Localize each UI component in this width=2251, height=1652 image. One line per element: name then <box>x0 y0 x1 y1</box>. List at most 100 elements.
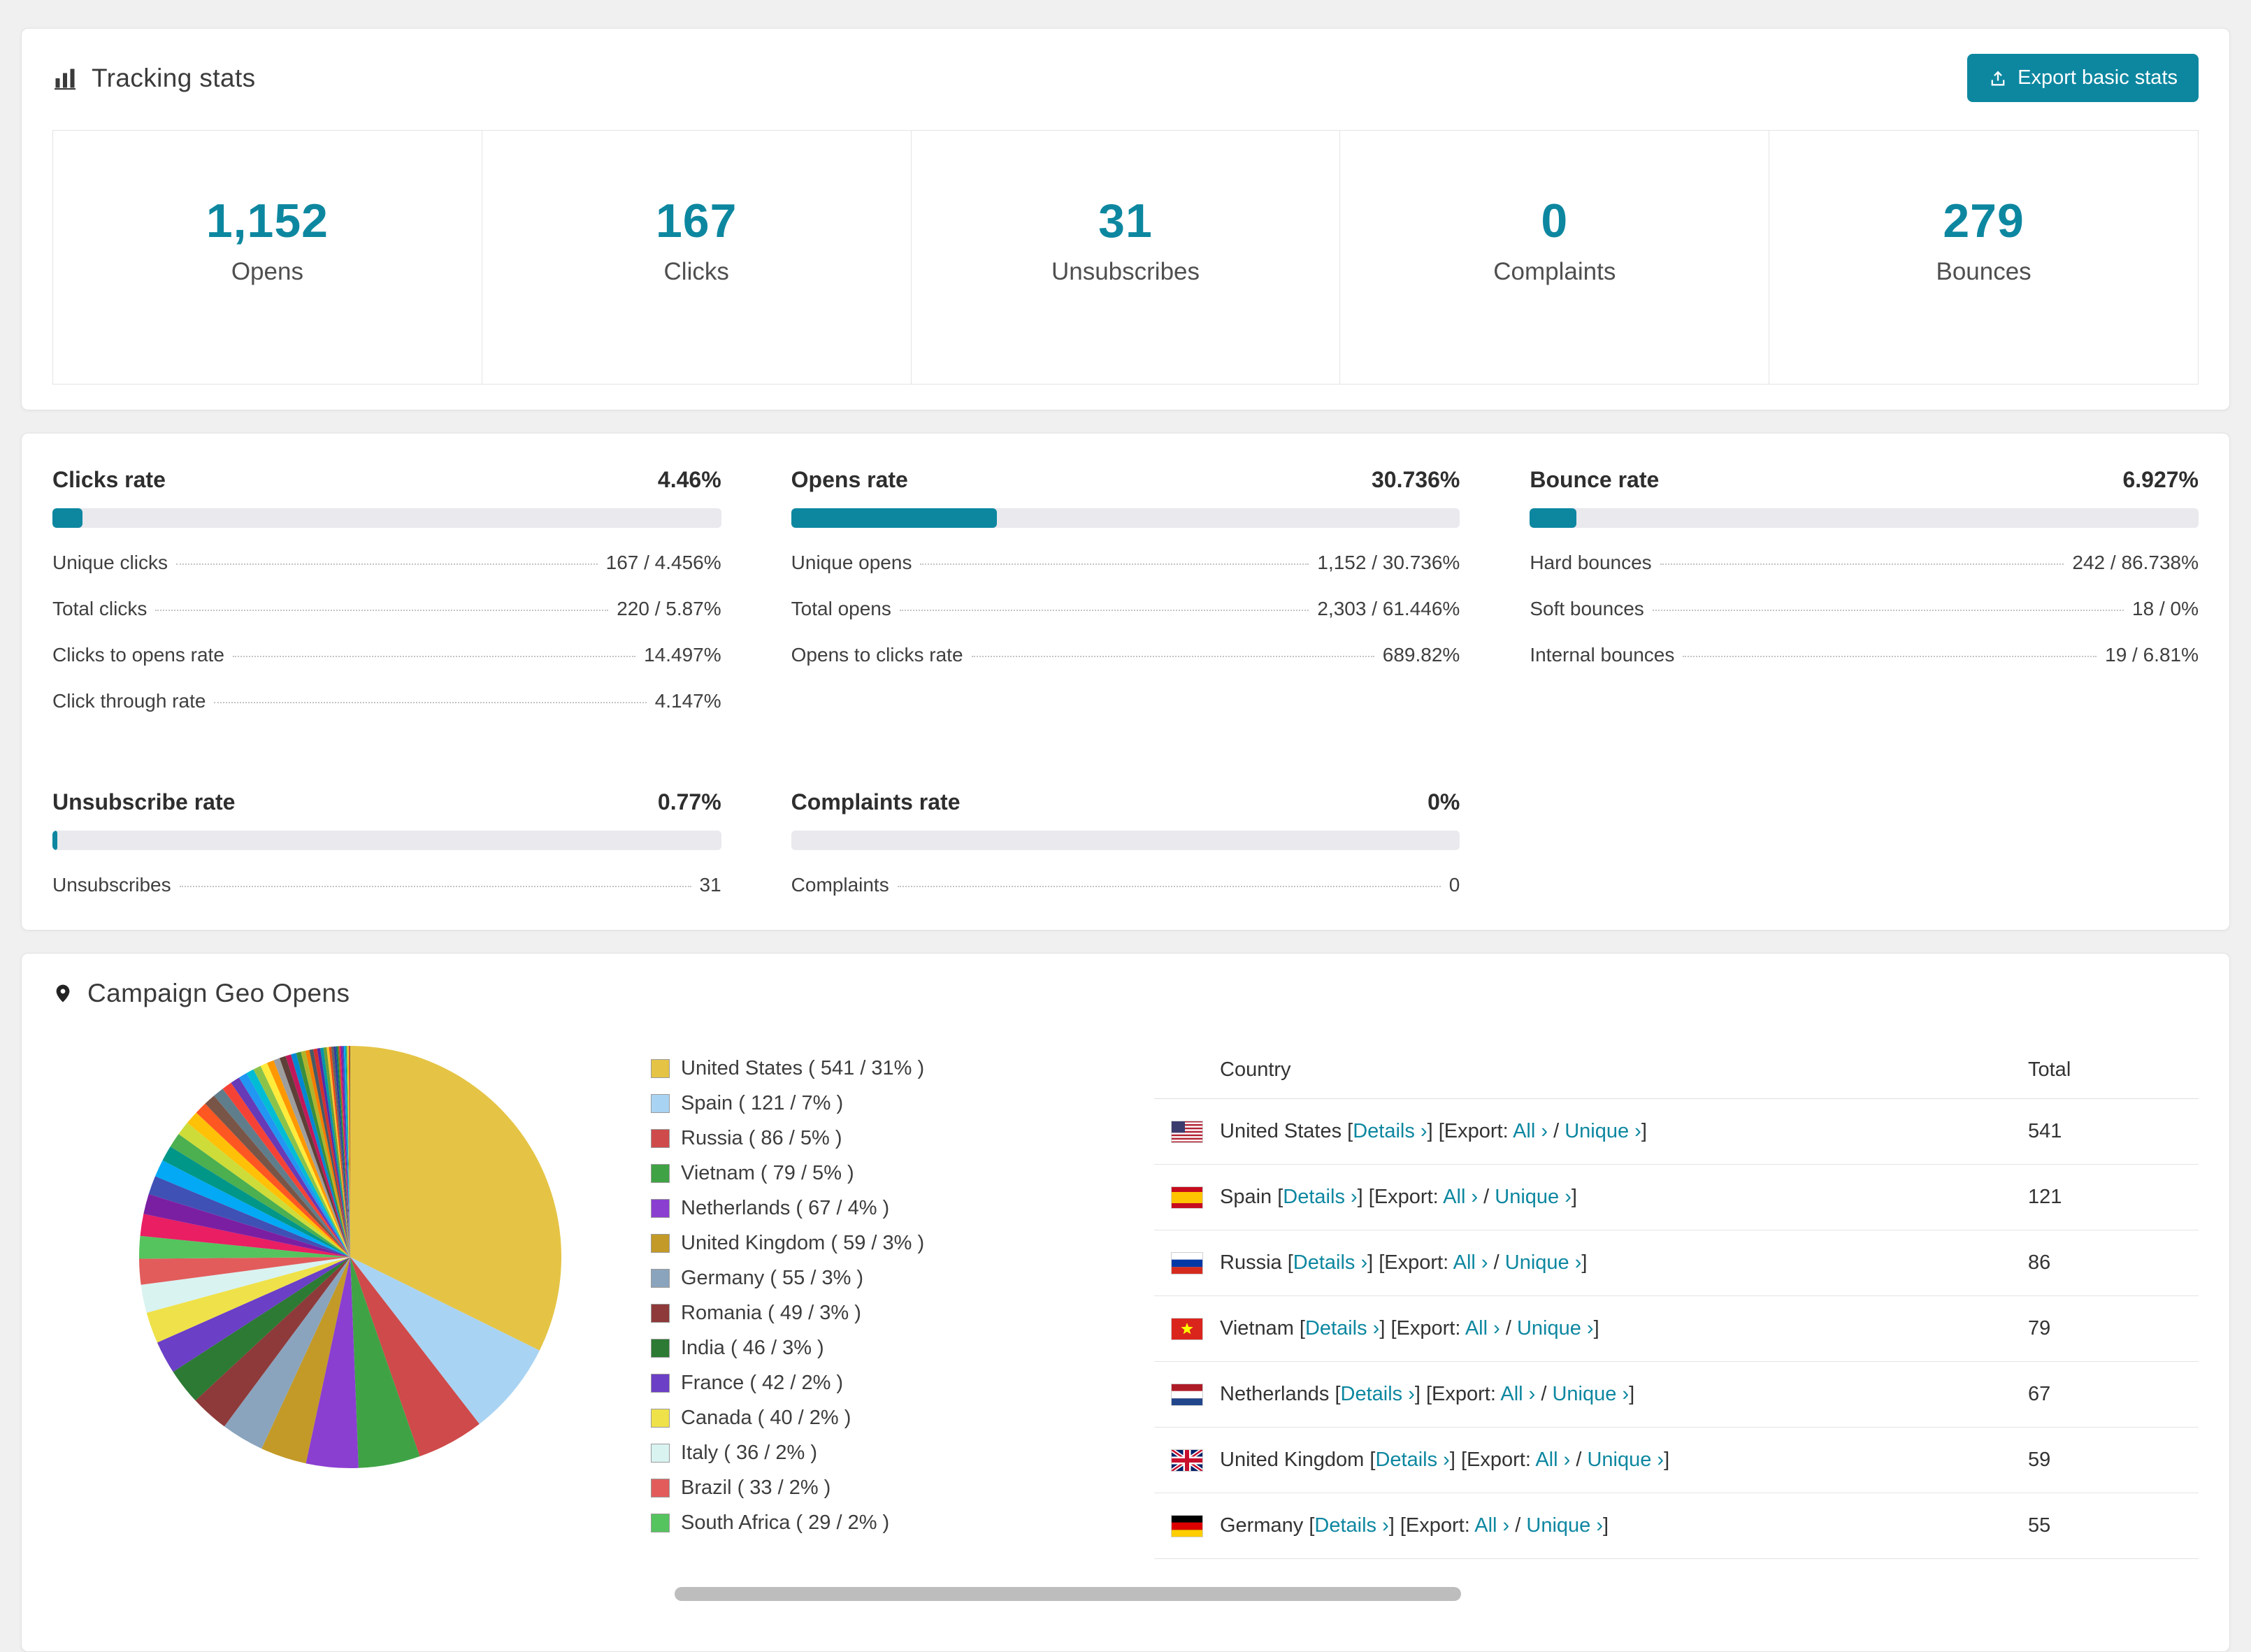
dashboard-page: Tracking stats Export basic stats 1,152 O… <box>0 0 2251 1652</box>
details-link[interactable]: Details › <box>1375 1449 1449 1471</box>
export-unique-link[interactable]: Unique › <box>1495 1186 1572 1208</box>
legend-item: United States ( 541 / 31% ) <box>651 1057 1042 1080</box>
details-link[interactable]: Details › <box>1314 1514 1388 1537</box>
legend-swatch <box>651 1094 670 1113</box>
progress-bar <box>791 831 1460 850</box>
legend-item: Romania ( 49 / 3% ) <box>651 1302 1042 1325</box>
dotted-leader <box>1660 563 2064 565</box>
export-unique-link[interactable]: Unique › <box>1517 1317 1594 1339</box>
metric-value: 220 / 5.87% <box>617 598 721 620</box>
flag-icon-nl <box>1171 1384 1203 1406</box>
metric-value: 14.497% <box>644 644 721 666</box>
metric-label: Unsubscribes <box>52 874 171 896</box>
rate-value: 6.927% <box>2122 467 2199 493</box>
country-name: Vietnam <box>1220 1317 1300 1339</box>
metric-value: 18 / 0% <box>2132 598 2199 620</box>
metric-label: Clicks to opens rate <box>52 644 224 666</box>
geo-table-row-russia: Russia [Details ›] [Export: All › / Uniq… <box>1154 1230 2199 1296</box>
legend-label: Italy ( 36 / 2% ) <box>681 1442 817 1465</box>
export-all-link[interactable]: All › <box>1453 1251 1488 1274</box>
legend-swatch <box>651 1269 670 1288</box>
details-link[interactable]: Details › <box>1353 1120 1427 1142</box>
stat-label: Complaints <box>1340 258 1769 286</box>
rate-value: 4.46% <box>658 467 721 493</box>
metric-row: Soft bounces18 / 0% <box>1530 598 2199 620</box>
legend-swatch <box>651 1514 670 1532</box>
metric-row: Complaints0 <box>791 874 1460 896</box>
export-all-link[interactable]: All › <box>1500 1383 1535 1405</box>
stat-box-clicks: 167Clicks <box>482 131 912 384</box>
legend-item: Brazil ( 33 / 2% ) <box>651 1477 1042 1500</box>
horizontal-scrollbar-thumb[interactable] <box>675 1587 1461 1601</box>
geo-body: United States ( 541 / 31% ) Spain ( 121 /… <box>52 1040 2199 1559</box>
legend-swatch <box>651 1339 670 1358</box>
details-link[interactable]: Details › <box>1341 1383 1415 1405</box>
country-name: Spain <box>1220 1186 1277 1208</box>
pie-legend: United States ( 541 / 31% ) Spain ( 121 /… <box>651 1057 1042 1559</box>
details-link[interactable]: Details › <box>1283 1186 1357 1208</box>
geo-table-row-united-kingdom: United Kingdom [Details ›] [Export: All … <box>1154 1428 2199 1493</box>
metric-value: 2,303 / 61.446% <box>1317 598 1460 620</box>
flag-icon-ru <box>1171 1252 1203 1274</box>
legend-label: Spain ( 121 / 7% ) <box>681 1092 843 1115</box>
export-all-link[interactable]: All › <box>1535 1449 1570 1471</box>
rate-value: 0% <box>1427 789 1460 815</box>
dotted-leader <box>155 610 608 611</box>
export-all-link[interactable]: All › <box>1443 1186 1478 1208</box>
geo-table-body: United States [Details ›] [Export: All ›… <box>1154 1099 2199 1559</box>
export-button-label: Export basic stats <box>2018 66 2178 89</box>
metric-row: Clicks to opens rate 14.497% <box>52 644 721 666</box>
flag-icon-de <box>1171 1515 1203 1537</box>
tracking-stats-title-text: Tracking stats <box>92 64 256 93</box>
progress-bar-fill <box>52 508 82 528</box>
stats-summary-row: 1,152Opens167Clicks31Unsubscribes0Compla… <box>52 130 2199 385</box>
export-unique-link[interactable]: Unique › <box>1587 1449 1664 1471</box>
progress-bar <box>52 508 721 528</box>
export-all-link[interactable]: All › <box>1465 1317 1500 1339</box>
metric-row: Unsubscribes31 <box>52 874 721 896</box>
bar-chart-icon <box>52 66 78 91</box>
legend-swatch <box>651 1304 670 1323</box>
flag-icon-vn <box>1171 1318 1203 1340</box>
legend-item: India ( 46 / 3% ) <box>651 1337 1042 1360</box>
stat-label: Opens <box>53 258 482 286</box>
export-all-link[interactable]: All › <box>1513 1120 1548 1142</box>
legend-item: Russia ( 86 / 5% ) <box>651 1127 1042 1150</box>
progress-bar-fill <box>791 508 997 528</box>
dotted-leader <box>972 656 1374 657</box>
export-prefix: Export: <box>1406 1514 1474 1537</box>
rate-title: Bounce rate <box>1530 467 1659 493</box>
legend-item: Germany ( 55 / 3% ) <box>651 1267 1042 1290</box>
export-unique-link[interactable]: Unique › <box>1526 1514 1603 1537</box>
stat-value: 1,152 <box>53 194 482 248</box>
export-unique-link[interactable]: Unique › <box>1552 1383 1629 1405</box>
geo-table: Country Total United States [Details ›] … <box>1154 1040 2199 1559</box>
dotted-leader <box>180 886 691 887</box>
dotted-leader <box>176 563 598 565</box>
country-cell: United States [Details ›] [Export: All ›… <box>1220 1120 2028 1143</box>
export-unique-link[interactable]: Unique › <box>1505 1251 1582 1274</box>
geo-table-row-netherlands: Netherlands [Details ›] [Export: All › /… <box>1154 1362 2199 1428</box>
export-all-link[interactable]: All › <box>1474 1514 1509 1537</box>
rate-value: 0.77% <box>658 789 721 815</box>
legend-label: Russia ( 86 / 5% ) <box>681 1127 842 1150</box>
flag-icon-gb <box>1171 1449 1203 1472</box>
details-link[interactable]: Details › <box>1305 1317 1379 1339</box>
export-basic-stats-button[interactable]: Export basic stats <box>1967 54 2199 102</box>
metric-value: 19 / 6.81% <box>2105 644 2199 666</box>
geo-pie-chart <box>134 1040 567 1559</box>
tracking-stats-card: Tracking stats Export basic stats 1,152 O… <box>21 28 2230 410</box>
details-link[interactable]: Details › <box>1293 1251 1367 1274</box>
country-name: Netherlands <box>1220 1383 1335 1405</box>
country-total: 86 <box>2028 1251 2182 1274</box>
geo-opens-title-text: Campaign Geo Opens <box>87 979 350 1008</box>
export-prefix: Export: <box>1432 1383 1500 1405</box>
stat-value: 167 <box>482 194 911 248</box>
metric-label: Click through rate <box>52 690 206 712</box>
metric-row: Hard bounces242 / 86.738% <box>1530 552 2199 574</box>
geo-table-row-germany: Germany [Details ›] [Export: All › / Uni… <box>1154 1493 2199 1559</box>
export-unique-link[interactable]: Unique › <box>1565 1120 1641 1142</box>
legend-label: Vietnam ( 79 / 5% ) <box>681 1162 854 1185</box>
stat-box-complaints: 0Complaints <box>1340 131 1769 384</box>
rate-title: Clicks rate <box>52 467 166 493</box>
